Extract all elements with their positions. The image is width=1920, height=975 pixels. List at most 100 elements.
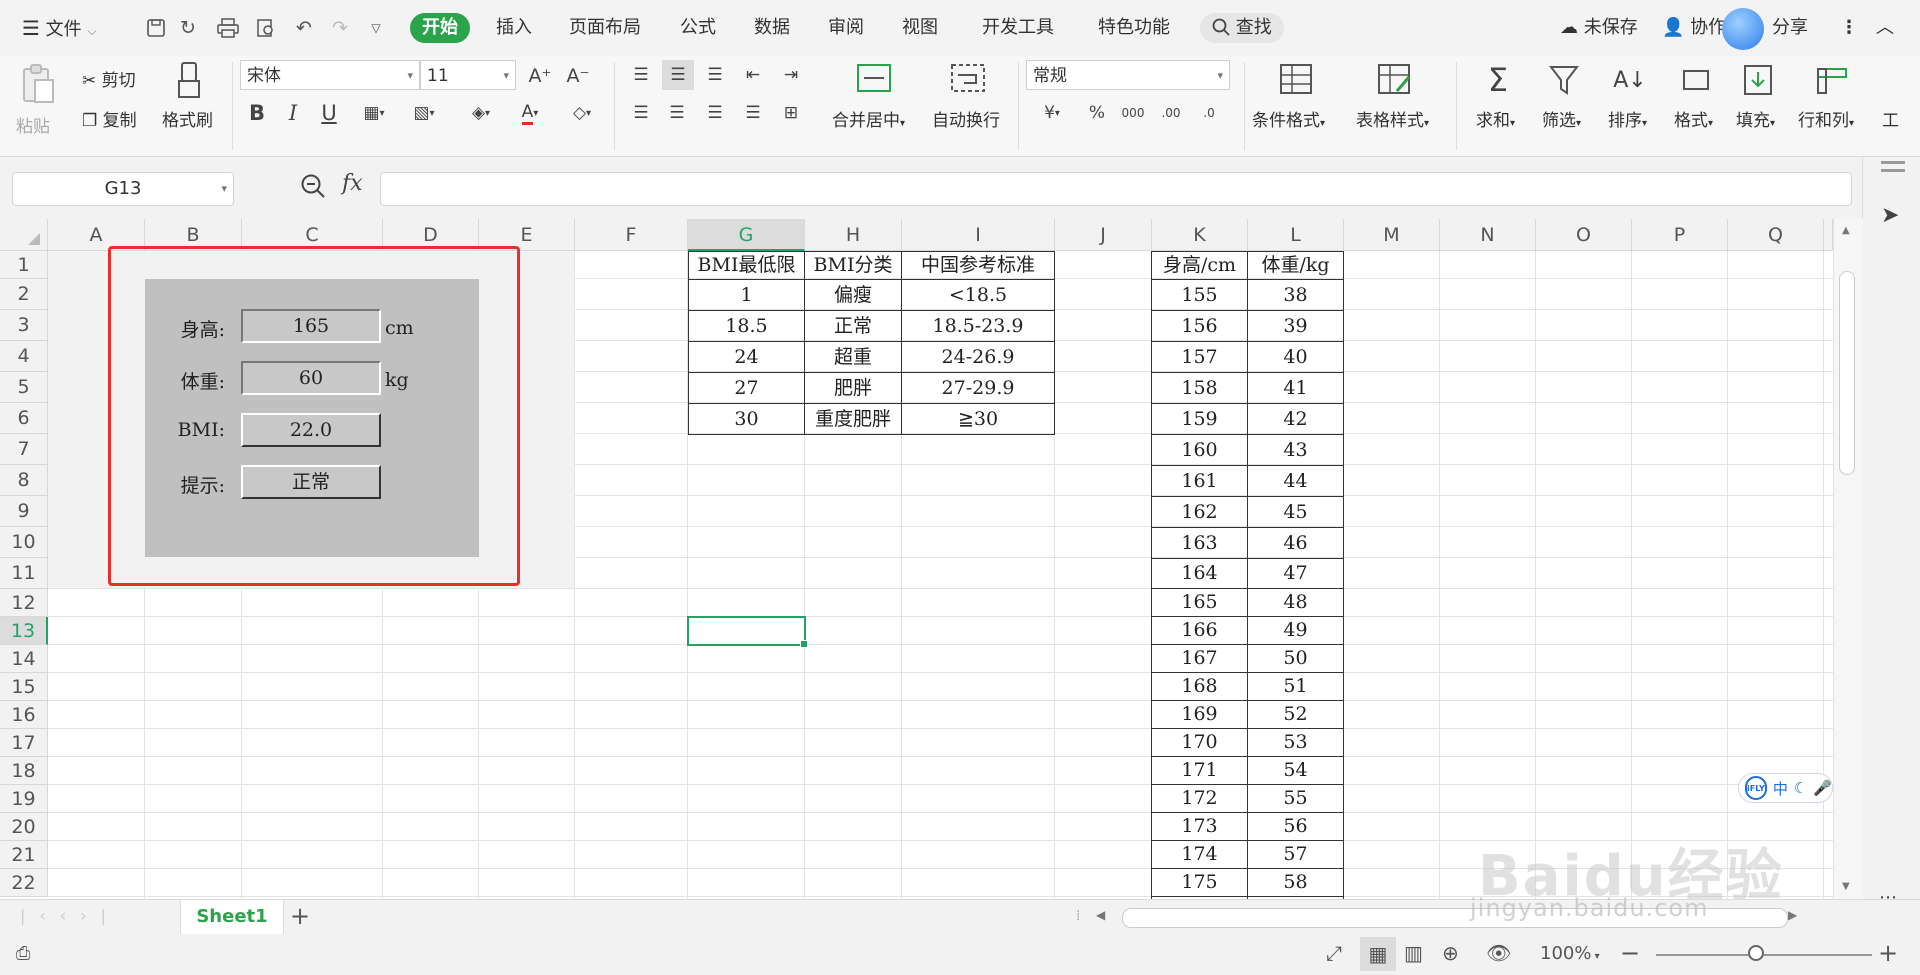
distributed-icon[interactable]: ⊞ [776, 98, 806, 128]
row-header-6[interactable]: 6 [0, 403, 48, 434]
fill-handle[interactable] [800, 640, 808, 648]
increase-font-icon[interactable]: A⁺ [526, 62, 554, 90]
row-header-1[interactable]: 1 [0, 251, 48, 279]
clear-icon[interactable]: ◇ ▾ [562, 100, 602, 126]
mic-icon[interactable]: 🎤 [1813, 779, 1832, 797]
print-preview-icon[interactable] [252, 14, 280, 42]
macro-record-icon[interactable]: ⎙ [16, 943, 30, 964]
row-header-2[interactable]: 2 [0, 279, 48, 310]
column-header-g[interactable]: G [688, 219, 805, 251]
paste-button[interactable]: 粘贴 [16, 112, 50, 137]
decrease-font-icon[interactable]: A⁻ [564, 62, 592, 90]
zoom-formula-icon[interactable] [300, 173, 328, 201]
font-size-select[interactable]: 11 ▾ [420, 60, 516, 90]
scroll-left-icon[interactable]: ◀ [1096, 908, 1105, 922]
name-box[interactable]: G13 ▾ [12, 172, 234, 206]
tab-view[interactable]: 视图 [902, 13, 938, 43]
ime-toolbar[interactable]: iFLY 中 ☾ 🎤 [1738, 773, 1833, 803]
decrease-indent-icon[interactable]: ⇤ [738, 60, 768, 90]
conditional-format-button[interactable]: 条件格式▾ [1252, 106, 1325, 131]
column-header-h[interactable]: H [805, 219, 902, 251]
column-header-o[interactable]: O [1536, 219, 1632, 251]
ime-language[interactable]: 中 [1773, 778, 1788, 799]
row-header-11[interactable]: 11 [0, 558, 48, 589]
moon-icon[interactable]: ☾ [1794, 779, 1807, 797]
export-icon[interactable]: ↻ [174, 14, 202, 42]
sheet-tab-sheet1[interactable]: Sheet1 [180, 900, 284, 934]
collaborate-button[interactable]: 👤 协作 [1662, 13, 1726, 43]
fill-button[interactable]: 填充▾ [1736, 106, 1775, 131]
percent-icon[interactable]: % [1084, 100, 1110, 126]
conditional-format-icon[interactable] [1276, 60, 1316, 98]
vertical-scroll-thumb[interactable] [1839, 271, 1855, 475]
row-header-18[interactable]: 18 [0, 757, 48, 785]
splitter-icon[interactable]: ⁞ [1076, 908, 1080, 924]
justify-icon[interactable]: ☰ [738, 98, 768, 128]
wrap-text-button[interactable]: 自动换行 [932, 106, 1000, 131]
row-header-20[interactable]: 20 [0, 813, 48, 841]
select-all-corner[interactable] [0, 219, 48, 251]
currency-icon[interactable]: ¥ ▾ [1034, 100, 1070, 126]
pointer-icon[interactable]: ➤ [1881, 203, 1899, 228]
row-header-5[interactable]: 5 [0, 372, 48, 403]
format-painter-button[interactable]: 格式刷 [162, 106, 213, 131]
redo-icon[interactable]: ↷ [326, 14, 354, 42]
fill-pattern-icon[interactable]: ▧ ▾ [406, 100, 442, 126]
sum-button[interactable]: 求和▾ [1476, 106, 1515, 131]
column-header-k[interactable]: K [1152, 219, 1248, 251]
underline-icon[interactable]: U [316, 100, 342, 126]
align-top-icon[interactable]: ☰ [626, 60, 656, 90]
align-left-icon[interactable]: ☰ [626, 98, 656, 128]
format-icon[interactable] [1676, 60, 1716, 100]
copy-button[interactable]: ❐ 复制 [82, 106, 137, 131]
row-header-19[interactable]: 19 [0, 785, 48, 813]
fill-icon[interactable] [1738, 60, 1778, 100]
column-header-n[interactable]: N [1440, 219, 1536, 251]
align-bottom-icon[interactable]: ☰ [700, 60, 730, 90]
increase-decimal-icon[interactable]: .00 [1156, 100, 1186, 126]
sheet-nav-arrows-icon[interactable]: |‹‹›| [20, 906, 120, 925]
column-header-p[interactable]: P [1632, 219, 1728, 251]
formula-input[interactable] [380, 172, 1852, 206]
save-icon[interactable] [142, 14, 170, 42]
filter-icon[interactable] [1544, 60, 1584, 100]
undo-icon[interactable]: ↶ [290, 14, 318, 42]
scroll-right-icon[interactable]: ▶ [1788, 908, 1797, 922]
number-format-select[interactable]: 常规 ▾ [1026, 60, 1230, 90]
tab-home[interactable]: 开始 [410, 13, 470, 43]
share-button[interactable]: 分享 [1772, 13, 1808, 43]
page-layout-view-icon[interactable]: ▥ [1404, 941, 1423, 965]
tab-developer[interactable]: 开发工具 [982, 13, 1054, 43]
zoom-in-button[interactable]: + [1878, 939, 1898, 967]
align-middle-icon[interactable]: ☰ [662, 60, 694, 90]
border-icon[interactable]: ▦ ▾ [356, 100, 392, 126]
table-style-icon[interactable] [1374, 60, 1414, 98]
active-cell-g13[interactable] [687, 616, 808, 648]
filter-button[interactable]: 筛选▾ [1542, 106, 1581, 131]
tab-review[interactable]: 审阅 [828, 13, 864, 43]
align-center-icon[interactable]: ☰ [662, 98, 692, 128]
format-painter-icon[interactable] [172, 60, 208, 100]
row-header-15[interactable]: 15 [0, 673, 48, 701]
column-header-m[interactable]: M [1344, 219, 1440, 251]
row-header-21[interactable]: 21 [0, 841, 48, 869]
side-menu-icon[interactable] [1881, 161, 1905, 164]
row-header-16[interactable]: 16 [0, 701, 48, 729]
decrease-decimal-icon[interactable]: .0 [1194, 100, 1224, 126]
zoom-out-button[interactable]: − [1620, 939, 1640, 967]
row-header-10[interactable]: 10 [0, 527, 48, 558]
more-options-icon[interactable]: ⋮ [1840, 13, 1858, 43]
paste-icon[interactable] [18, 62, 58, 106]
sort-icon[interactable]: A↓ [1610, 60, 1650, 100]
row-header-4[interactable]: 4 [0, 341, 48, 372]
align-right-icon[interactable]: ☰ [700, 98, 730, 128]
row-header-17[interactable]: 17 [0, 729, 48, 757]
table-style-button[interactable]: 表格样式▾ [1356, 106, 1429, 131]
rows-cols-icon[interactable] [1812, 60, 1852, 100]
merge-center-icon[interactable] [854, 60, 894, 96]
add-sheet-button[interactable]: + [290, 902, 310, 930]
row-header-22[interactable]: 22 [0, 869, 48, 897]
tab-page-layout[interactable]: 页面布局 [569, 13, 641, 43]
font-color-icon[interactable]: A ▾ [512, 100, 548, 126]
column-header-q[interactable]: Q [1728, 219, 1824, 251]
